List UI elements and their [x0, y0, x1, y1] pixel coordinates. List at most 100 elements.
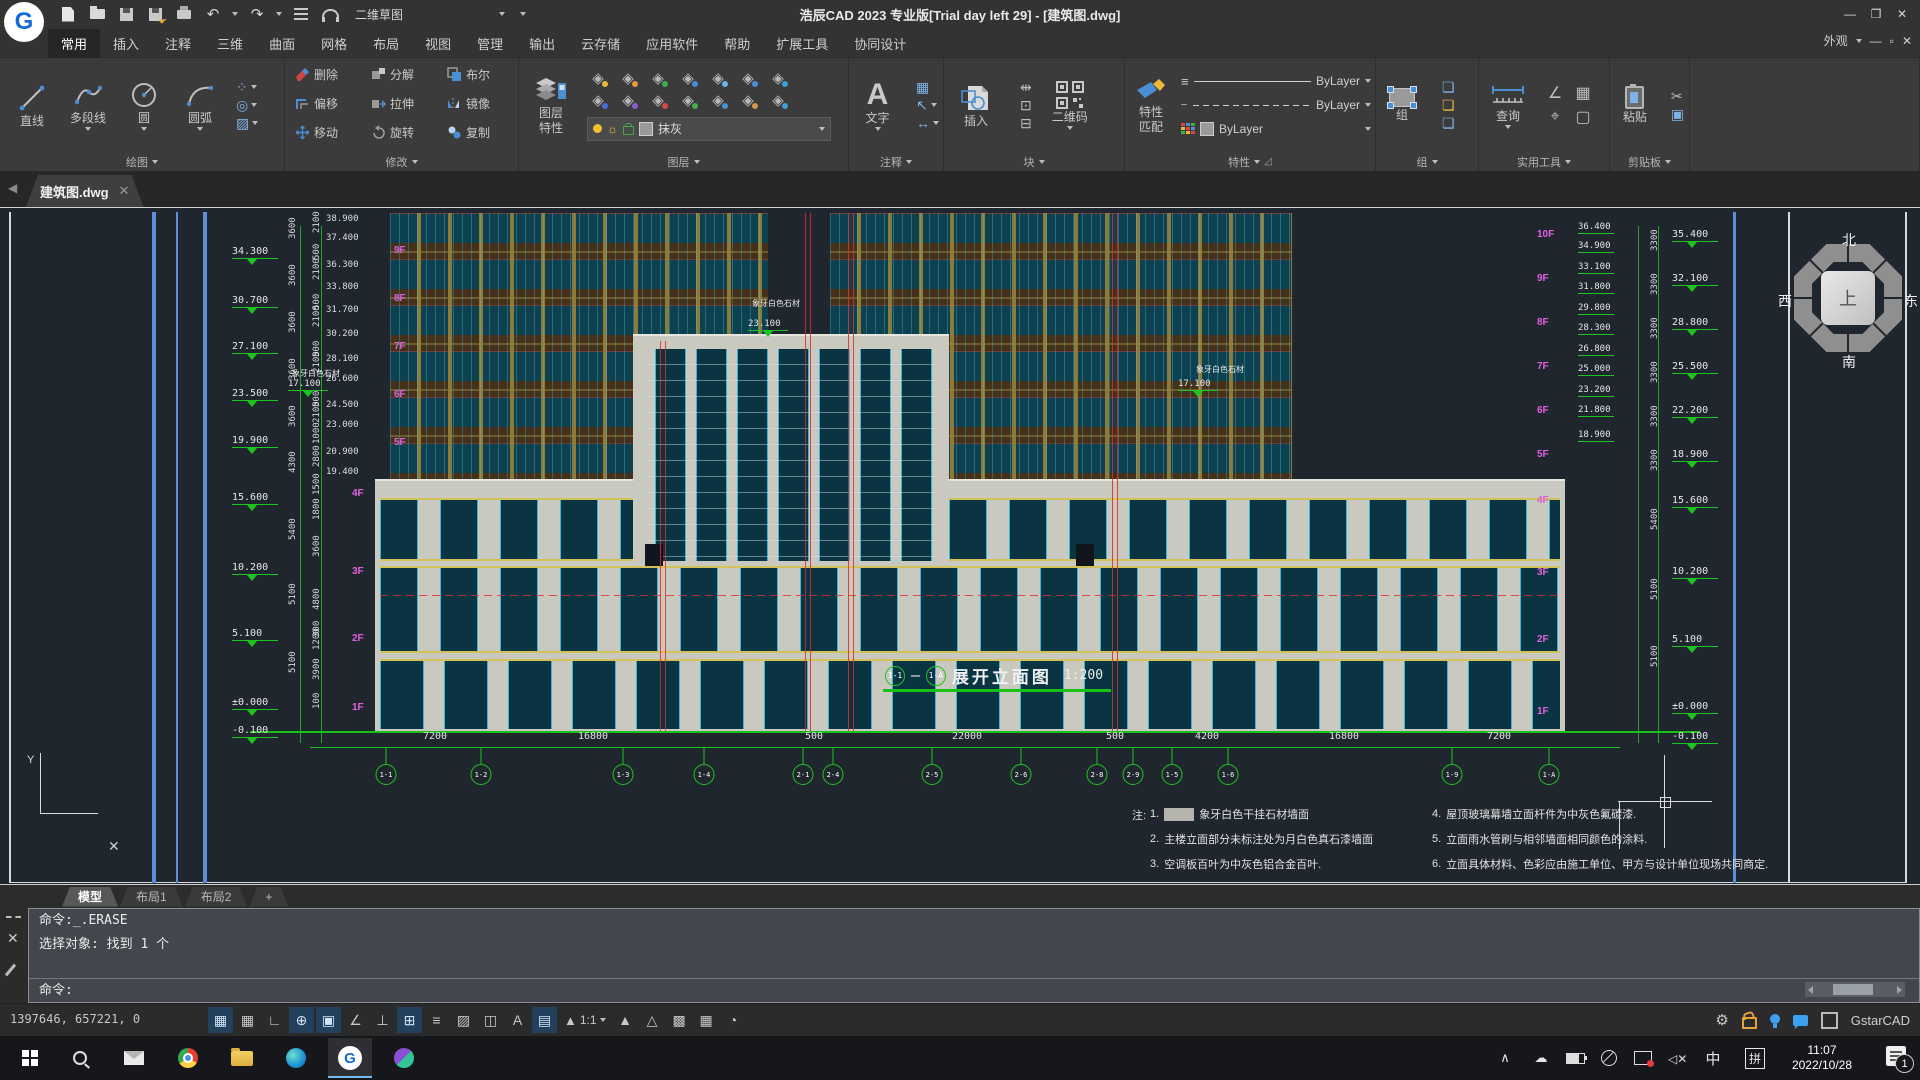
text-button[interactable]: A 文字 [853, 79, 902, 131]
layer-properties-button[interactable]: 图层 特性 [523, 75, 579, 135]
doc-close-button[interactable]: ✕ [1902, 34, 1912, 48]
layer-tool-icon[interactable]: ◈ [587, 92, 609, 110]
layout-tab[interactable]: + [249, 887, 288, 907]
undo-button[interactable]: ↶ [203, 4, 223, 24]
new-file-button[interactable] [58, 4, 78, 24]
maximize-button[interactable]: ❐ [1864, 4, 1888, 24]
circle-button[interactable]: 圆 [116, 80, 172, 131]
scrollbar-thumb[interactable] [1833, 984, 1873, 995]
scroll-left-icon[interactable] [1808, 985, 1813, 994]
panel-label-block[interactable]: 块 [944, 152, 1124, 171]
ribbon-tab[interactable]: 三维 [204, 29, 256, 58]
status-toggle[interactable]: ≡ [424, 1007, 449, 1033]
ribbon-tab[interactable]: 帮助 [711, 29, 763, 58]
panel-label-properties[interactable]: 特性 ◿ [1125, 152, 1375, 171]
command-history-icon[interactable] [6, 916, 21, 918]
ime-language-button[interactable]: 中 [1698, 1036, 1728, 1080]
layer-tool-icon[interactable]: ◈ [677, 92, 699, 110]
layer-states-button[interactable] [291, 4, 311, 24]
minimize-button[interactable]: — [1838, 4, 1862, 24]
clean-screen-icon[interactable] [1820, 1011, 1838, 1029]
ribbon-tab[interactable]: 布局 [360, 29, 412, 58]
open-file-button[interactable] [87, 4, 107, 24]
toolbar-overflow-icon[interactable] [520, 12, 526, 16]
hatch-button[interactable]: ▨ [236, 116, 259, 130]
redo-button[interactable]: ↷ [247, 4, 267, 24]
workspace-selector[interactable]: 二维草图 [349, 4, 511, 24]
layer-tool-icon[interactable]: ◈ [647, 70, 669, 88]
status-toggle[interactable]: ▩ [667, 1007, 692, 1033]
status-toggle[interactable]: ⊥ [370, 1007, 395, 1033]
block-attributes-button[interactable]: ⇹ [1020, 80, 1032, 94]
appearance-menu[interactable]: 外观 [1824, 32, 1848, 49]
panel-label-layers[interactable]: 图层 [519, 152, 848, 171]
panel-label-annotate[interactable]: 注释 [849, 152, 943, 171]
ribbon-tab[interactable]: 云存储 [568, 29, 633, 58]
document-tab[interactable]: 建筑图.dwg ✕ [26, 175, 144, 207]
group-select-button[interactable]: ❏ [1442, 80, 1455, 94]
ribbon-tab[interactable]: 输出 [516, 29, 568, 58]
layout-tab[interactable]: 模型 [62, 887, 118, 907]
ribbon-tab[interactable]: 注释 [152, 29, 204, 58]
polyline-button[interactable]: 多段线 [60, 80, 116, 131]
match-properties-button[interactable]: 特性 匹配 [1129, 76, 1173, 134]
taskbar-clock[interactable]: 11:07 2022/10/28 [1792, 1038, 1852, 1078]
taskbar-app-button[interactable] [382, 1038, 426, 1078]
layer-color-swatch[interactable] [639, 121, 653, 136]
undo-dropdown-icon[interactable] [232, 12, 238, 16]
arc-dropdown-icon[interactable] [197, 126, 203, 131]
status-toggle[interactable]: ▤ [532, 1007, 557, 1033]
status-toggle[interactable]: ▦ [235, 1007, 260, 1033]
boolean-button[interactable]: 布尔 [441, 61, 517, 89]
layer-tool-icon[interactable]: ◈ [677, 70, 699, 88]
save-button[interactable] [116, 4, 136, 24]
ribbon-tab[interactable]: 协同设计 [841, 29, 919, 58]
copy-button[interactable]: 复制 [441, 119, 517, 147]
layer-tool-icon[interactable]: ◈ [767, 70, 789, 88]
panel-label-utilities[interactable]: 实用工具 [1479, 152, 1609, 171]
taskbar-explorer-button[interactable] [220, 1038, 264, 1078]
panel-label-group[interactable]: 组 [1376, 152, 1478, 171]
move-button[interactable]: 移动 [289, 119, 365, 147]
appearance-dropdown-icon[interactable] [1855, 38, 1862, 43]
cast-icon[interactable] [1628, 1036, 1658, 1080]
offset-button[interactable]: 偏移 [289, 90, 365, 118]
taskbar-edge-button[interactable] [274, 1038, 318, 1078]
tab-scroll-left-icon[interactable]: ◀ [8, 181, 17, 195]
view-cube-top[interactable]: 上 [1821, 271, 1875, 325]
insert-block-button[interactable]: 插入 [948, 83, 1004, 128]
measure-button[interactable]: 查询 [1483, 82, 1533, 129]
layer-tool-icon[interactable]: ◈ [617, 92, 639, 110]
angle-measure-icon[interactable]: ∠ [1548, 83, 1562, 103]
command-cancel-icon[interactable]: ✕ [7, 930, 19, 947]
panel-label-modify[interactable]: 修改 [285, 152, 518, 171]
linetype-dropdown[interactable]: ┄ ByLayer [1181, 95, 1371, 116]
layer-lock-icon[interactable] [623, 122, 634, 135]
group-edit-button[interactable]: ❏ [1442, 98, 1455, 112]
rotate-button[interactable]: 旋转 [365, 119, 441, 147]
panel-label-clipboard[interactable]: 剪贴板 [1610, 152, 1689, 171]
status-toggle[interactable]: ∟ [262, 1007, 287, 1033]
taskbar-chrome-button[interactable] [166, 1038, 210, 1078]
ribbon-tab[interactable]: 常用 [48, 28, 101, 58]
layout-tab[interactable]: 布局2 [185, 887, 248, 907]
doc-restore-button[interactable]: ▫ [1890, 34, 1894, 48]
group-button[interactable]: 组 [1380, 86, 1424, 122]
layer-tool-icon[interactable]: ◈ [707, 92, 729, 110]
taskbar-gstarcad-button[interactable]: G [328, 1038, 372, 1078]
calculator-icon[interactable]: ▦ [1575, 83, 1590, 103]
tips-bulb-icon[interactable] [1769, 1014, 1780, 1028]
arc-button[interactable]: 圆弧 [172, 80, 228, 131]
color-dropdown[interactable]: ByLayer [1181, 119, 1371, 140]
table-button[interactable]: ▦ [916, 80, 939, 94]
lineweight-dropdown[interactable]: ≡ ByLayer [1181, 71, 1371, 92]
command-window[interactable]: 命令:_.ERASE 选择对象: 找到 1 个 命令: [28, 908, 1920, 1003]
ribbon-tab[interactable]: 应用软件 [633, 29, 711, 58]
status-toggle[interactable]: A [505, 1007, 530, 1033]
layer-tool-icon[interactable]: ◈ [617, 70, 639, 88]
status-toggle[interactable]: ▦ [694, 1007, 719, 1033]
onedrive-icon[interactable]: ☁ [1526, 1036, 1556, 1080]
layer-tool-icon[interactable]: ◈ [767, 92, 789, 110]
mirror-button[interactable]: 镜像 [441, 90, 517, 118]
redo-dropdown-icon[interactable] [276, 12, 282, 16]
